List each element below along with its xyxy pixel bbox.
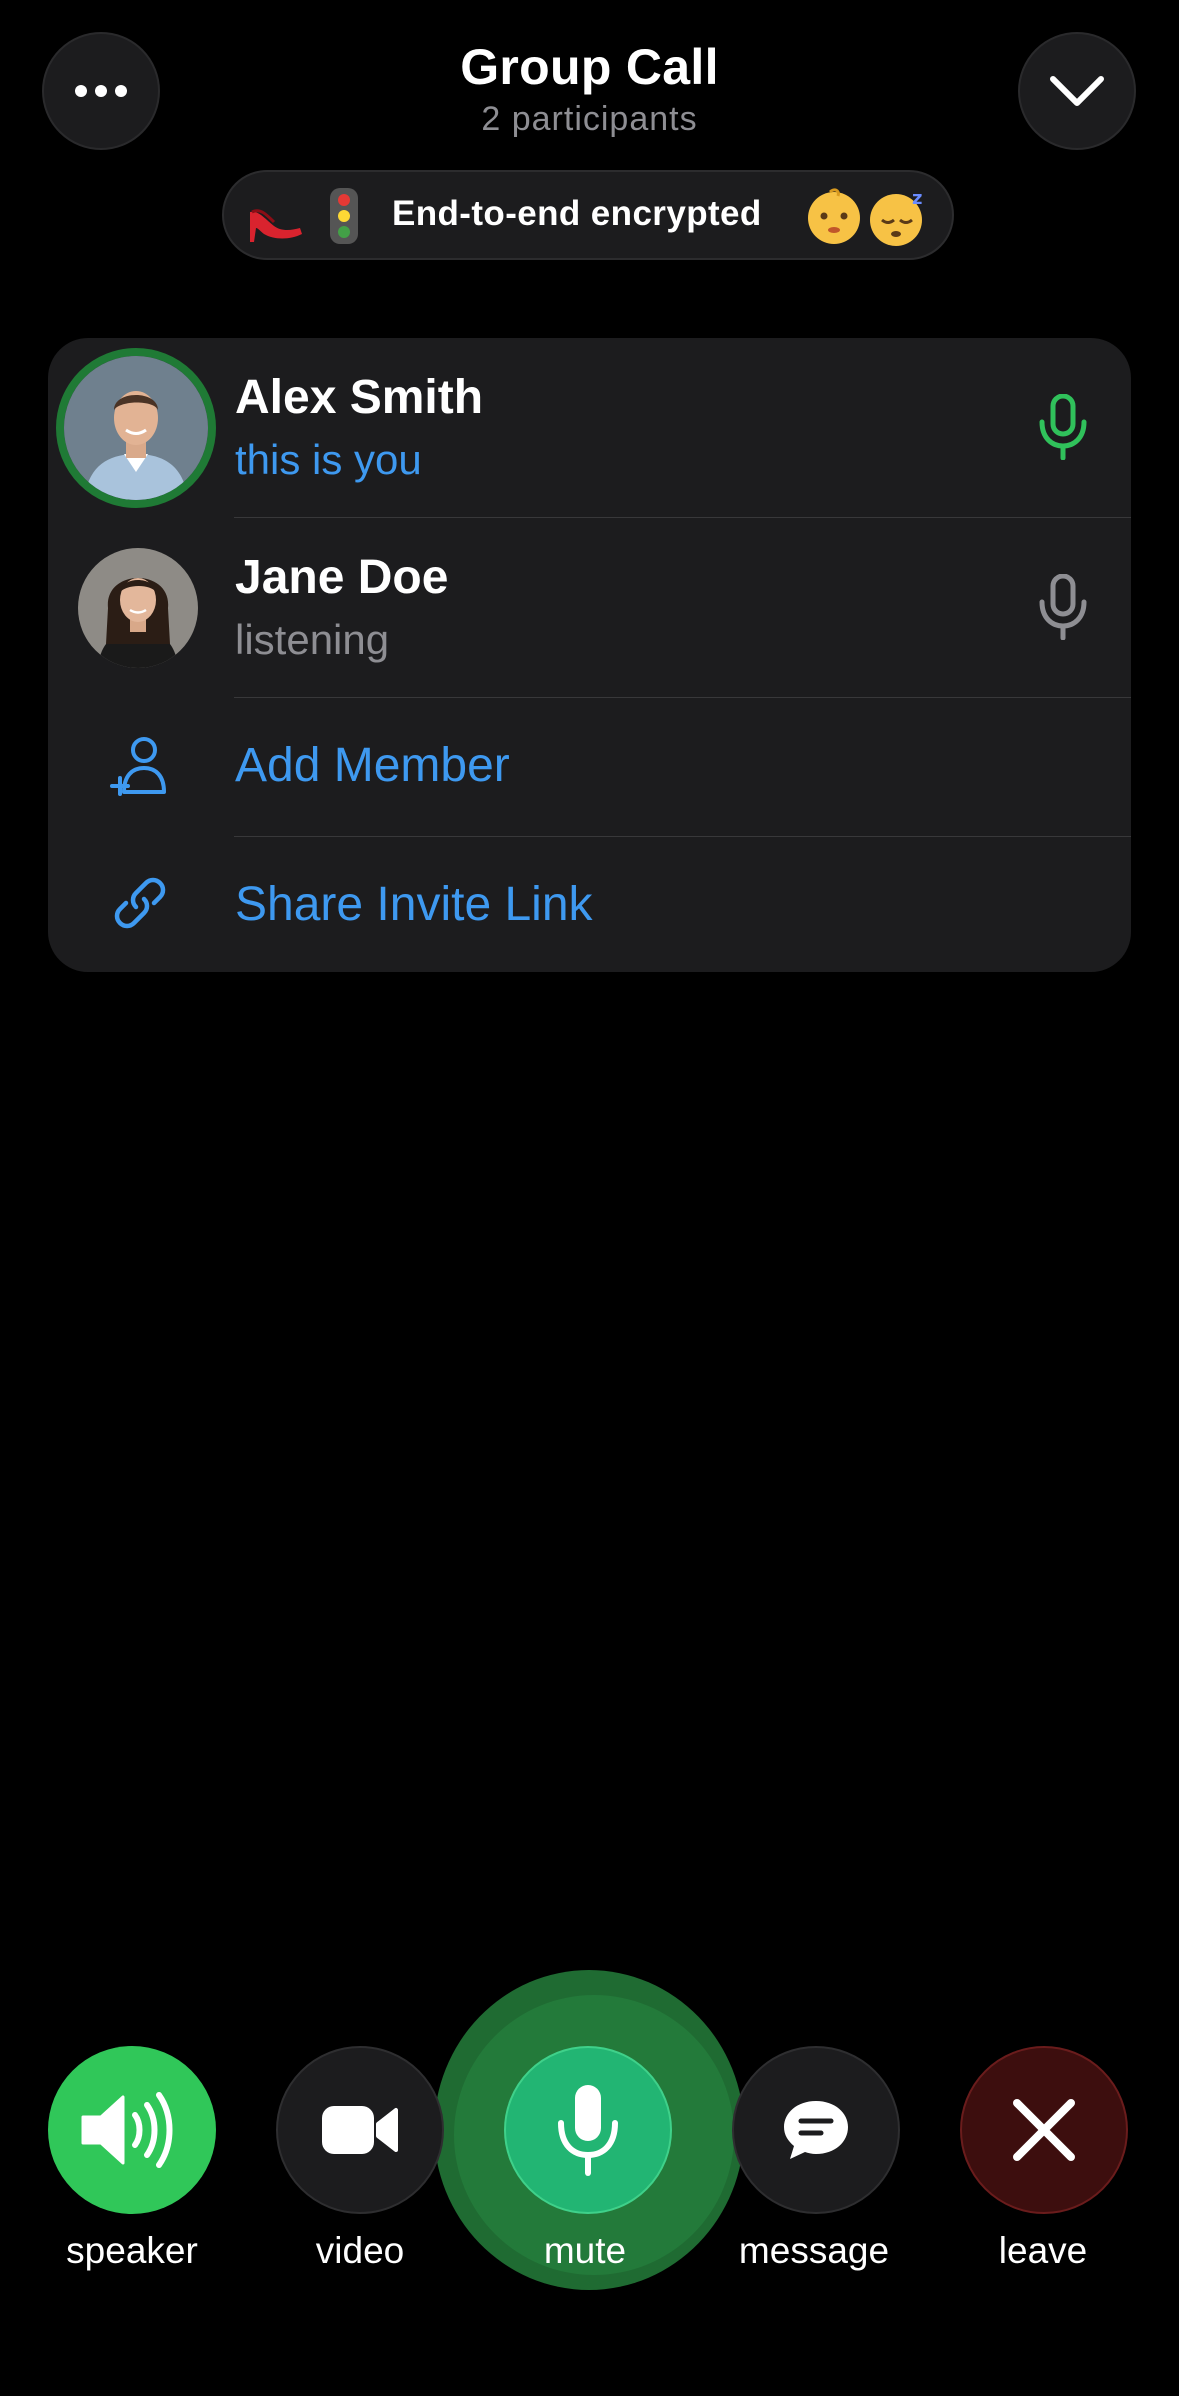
call-title: Group Call (460, 39, 719, 95)
mute-label: mute (543, 2230, 627, 2271)
avatar (56, 348, 216, 508)
message-button[interactable] (732, 2046, 900, 2214)
close-icon (1013, 2099, 1075, 2161)
participant-row-self[interactable]: Alex Smith this is you (48, 338, 1131, 517)
avatar-photo-alex (64, 356, 208, 500)
sleeping-face-icon: z (870, 188, 922, 246)
link-icon (114, 877, 166, 929)
traffic-light-icon (330, 188, 358, 244)
participant-name: Jane Doe (235, 551, 449, 604)
speaker-button[interactable] (48, 2046, 216, 2214)
high-heel-shoe-icon (250, 209, 302, 242)
video-camera-icon (322, 2106, 398, 2154)
microphone-icon[interactable] (1036, 574, 1090, 640)
speaker-label: speaker (66, 2230, 198, 2271)
share-invite-link-label: Share Invite Link (235, 878, 593, 931)
leave-button[interactable] (960, 2046, 1128, 2214)
share-invite-link-button[interactable]: Share Invite Link (48, 837, 1131, 972)
video-label: video (315, 2230, 405, 2271)
collapse-button[interactable] (1018, 32, 1136, 150)
mute-button[interactable] (504, 2046, 672, 2214)
video-button[interactable] (276, 2046, 444, 2214)
leave-label: leave (998, 2230, 1088, 2271)
participant-status: this is you (235, 436, 422, 483)
add-member-label: Add Member (235, 739, 510, 792)
participant-count: 2 participants (481, 100, 698, 138)
message-label: message (738, 2230, 890, 2271)
participants-list: Alex Smith this is you Jane Doe listenin… (48, 338, 1131, 972)
message-icon (784, 2101, 848, 2159)
add-member-button[interactable]: Add Member (48, 698, 1131, 836)
baby-face-icon (808, 188, 860, 244)
microphone-active-icon[interactable] (1036, 394, 1090, 460)
participant-status: listening (235, 616, 390, 663)
participant-row[interactable]: Jane Doe listening (48, 518, 1131, 697)
encryption-label: End-to-end encrypted (392, 194, 762, 233)
avatar-photo-jane (78, 548, 198, 668)
encryption-badge[interactable]: End-to-end encrypted z (222, 170, 954, 260)
microphone-icon (558, 2085, 618, 2176)
add-person-icon (110, 737, 166, 796)
chevron-down-icon (1050, 76, 1104, 106)
speaker-icon (81, 2092, 173, 2168)
svg-text:z: z (912, 188, 922, 209)
avatar (78, 548, 198, 668)
participant-name: Alex Smith (235, 371, 484, 424)
